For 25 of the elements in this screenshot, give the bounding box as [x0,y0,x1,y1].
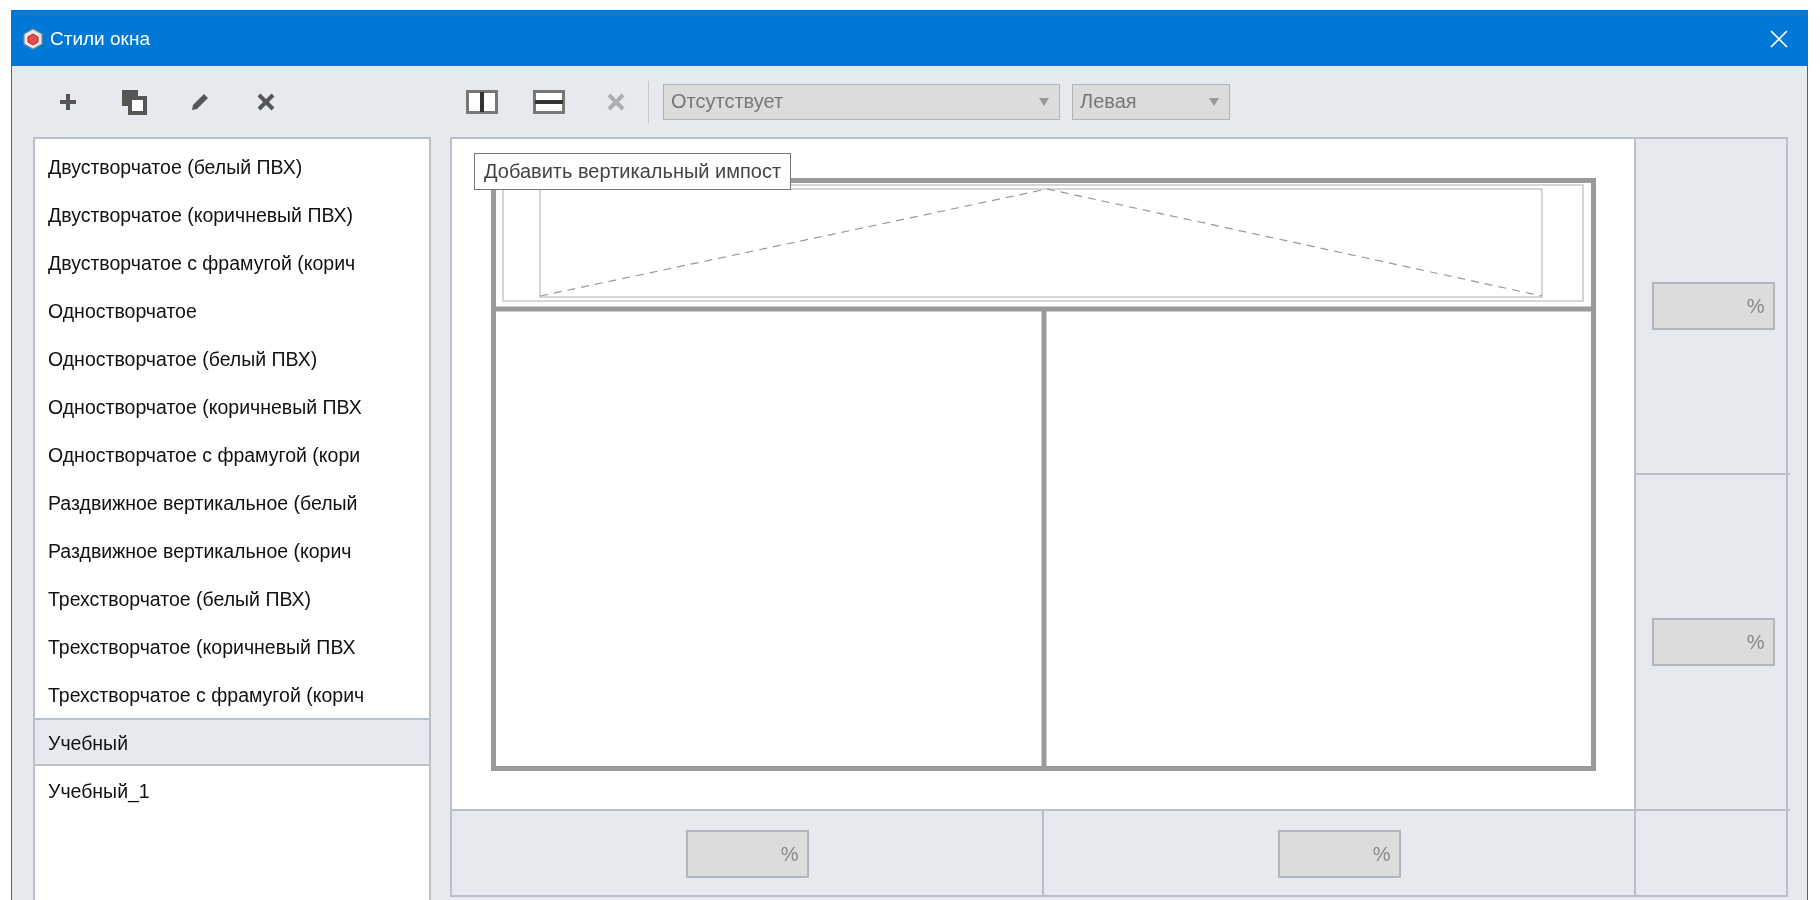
vertical-split-icon [466,89,498,114]
style-list-item[interactable]: Двустворчатое с фрамугой (корич [35,238,429,286]
style-list-item[interactable]: Трехстворчатое (белый ПВХ) [35,574,429,622]
style-list-item[interactable]: Одностворчатое (коричневый ПВХ [35,382,429,430]
caret-icon [1209,97,1219,106]
caret-icon [1039,97,1049,106]
style-list-item[interactable]: Одностворчатое (белый ПВХ) [35,334,429,382]
style-list-item[interactable]: Раздвижное вертикальное (корич [35,526,429,574]
horizontal-split-icon [533,89,565,114]
cube-icon [22,27,44,50]
window-title: Стили окна [50,27,150,50]
style-list-item[interactable]: Трехстворчатое (коричневый ПВХ [35,622,429,670]
style-list-item[interactable]: Двустворчатое (белый ПВХ) [35,142,429,190]
tooltip: Добавить вертикальный импост [474,153,792,190]
copy-icon [121,88,147,115]
style-list-item[interactable]: Одностворчатое [35,286,429,334]
close-icon [607,92,625,111]
style-list-item[interactable]: Трехстворчатое с фрамугой (корич [35,670,429,718]
style-list-item[interactable]: Раздвижное вертикальное (белый [35,478,429,526]
plus-icon [58,91,78,112]
style-list-item[interactable]: Одностворчатое с фрамугой (кори [35,430,429,478]
style-list-item[interactable]: Двустворчатое (коричневый ПВХ) [35,190,429,238]
style-list-item[interactable]: Учебный [35,718,429,766]
style-list-item[interactable]: Учебный_1 [35,766,429,814]
close-icon [257,92,275,111]
